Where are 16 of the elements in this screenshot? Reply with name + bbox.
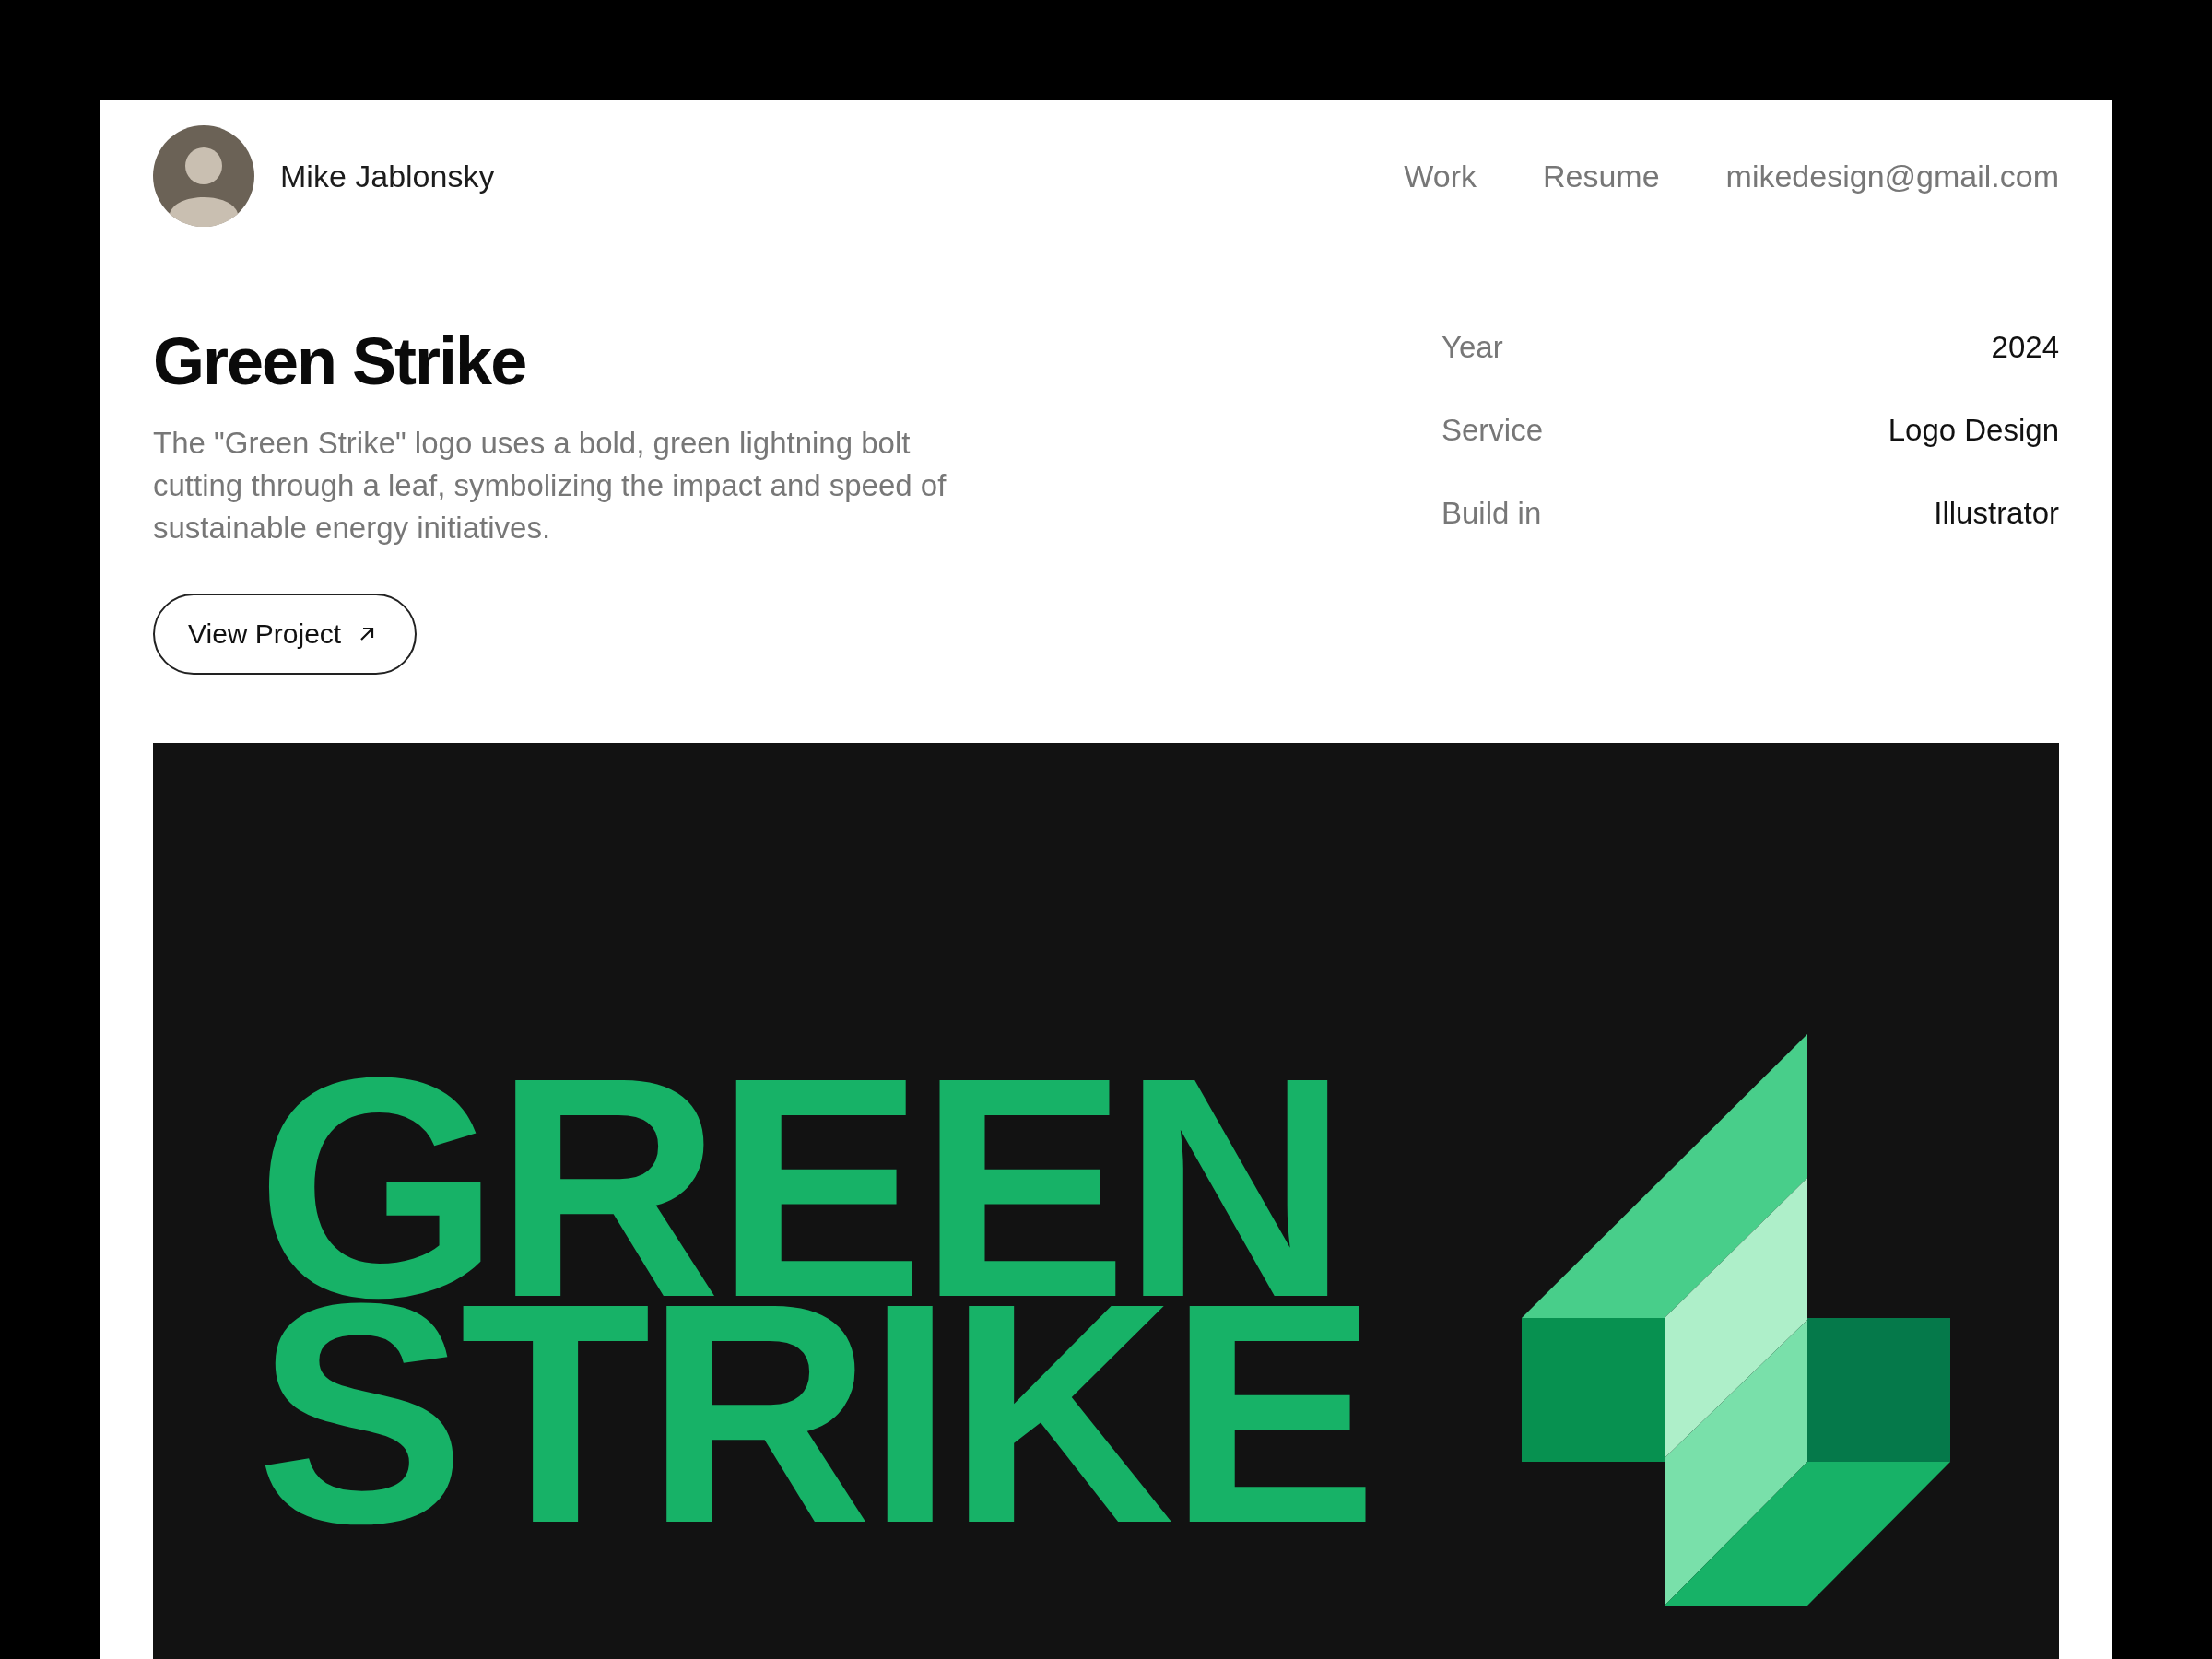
nav-link[interactable]: Resume bbox=[1542, 158, 1660, 194]
project-title: Green Strike bbox=[153, 328, 527, 394]
nav-link[interactable]: Work bbox=[1404, 158, 1477, 194]
detail-label: Build in bbox=[1441, 496, 1542, 531]
wordmark-text: STRIKE bbox=[256, 1300, 1372, 1526]
detail-value: Illustrator bbox=[1934, 496, 2059, 531]
view-project-button[interactable]: View Project bbox=[153, 594, 418, 675]
detail-label: Year bbox=[1441, 330, 1503, 365]
detail-value: 2024 bbox=[1991, 330, 2059, 365]
project-description: The "Green Strike" logo uses a bold, green lightning bolt cutting through a leaf, symbolizing the impact and speed of sustainable energy initiatives. bbox=[153, 425, 947, 547]
avatar-icon bbox=[153, 125, 254, 227]
wordmark-text: GREEN bbox=[256, 1075, 1344, 1300]
detail-label: Service bbox=[1441, 413, 1544, 448]
author-name: Mike Jablonsky bbox=[280, 158, 495, 194]
detail-value: Logo Design bbox=[1888, 413, 2059, 448]
nav-link[interactable]: mikedesign@gmail.com bbox=[1725, 158, 2059, 194]
